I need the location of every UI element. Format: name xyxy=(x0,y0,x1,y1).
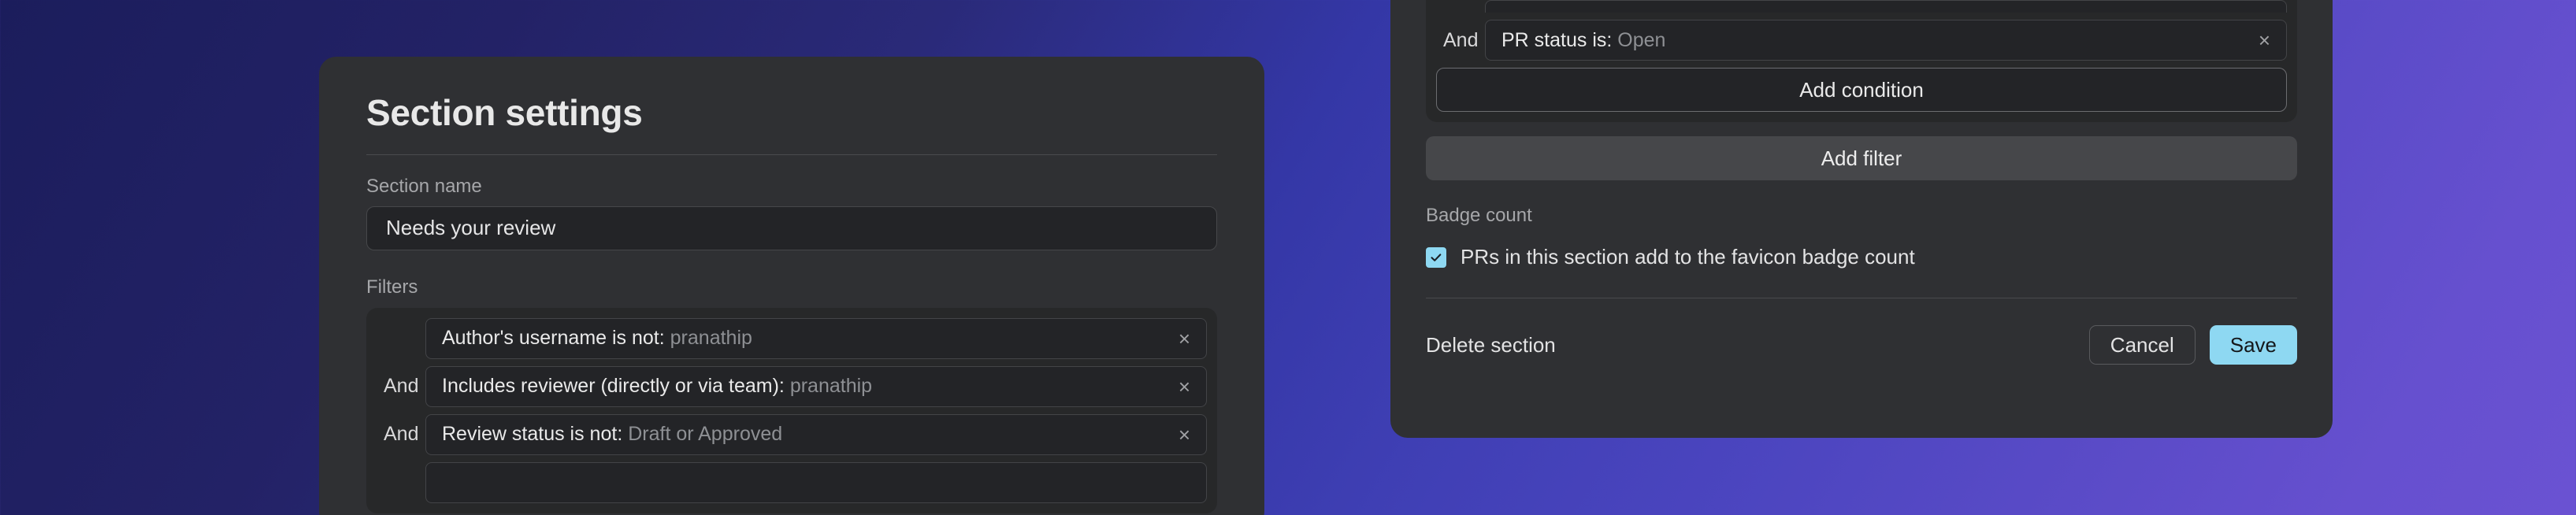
condition-text: Review status is not: Draft or Approved xyxy=(442,423,782,446)
save-button[interactable]: Save xyxy=(2209,325,2297,365)
dialog-footer: Delete section Cancel Save xyxy=(1426,325,2297,365)
section-settings-dialog-right: And PR status is: Open × Add condition A… xyxy=(1390,0,2333,438)
add-filter-button[interactable]: Add filter xyxy=(1426,136,2297,180)
badge-count-label: Badge count xyxy=(1426,205,1532,226)
condition-row-partial xyxy=(377,461,1207,503)
badge-count-row: PRs in this section add to the favicon b… xyxy=(1426,245,2297,269)
section-name-label: Section name xyxy=(366,175,482,197)
condition-value: Open xyxy=(1617,28,1666,51)
condition-text: Author's username is not: pranathip xyxy=(442,327,752,350)
condition-value: pranathip xyxy=(670,327,752,350)
and-label: And xyxy=(1443,28,1479,51)
condition-row: And Includes reviewer (directly or via t… xyxy=(377,365,1207,407)
condition-author-username[interactable]: Author's username is not: pranathip × xyxy=(425,317,1207,359)
condition-value: Draft or Approved xyxy=(628,423,783,446)
section-name-value: Needs your review xyxy=(386,216,556,240)
check-icon xyxy=(1431,253,1442,261)
condition-text: PR status is: Open xyxy=(1501,29,1665,52)
condition-label: Review status is not: xyxy=(442,423,623,446)
section-name-input[interactable]: Needs your review xyxy=(366,206,1217,250)
and-label: And xyxy=(384,423,419,446)
condition-label: Author's username is not: xyxy=(442,327,665,350)
condition-row: Author's username is not: pranathip × xyxy=(377,317,1207,359)
close-icon[interactable]: × xyxy=(1167,328,1190,349)
filters-label: Filters xyxy=(366,276,418,298)
condition-row: And PR status is: Open × xyxy=(1436,20,2287,61)
and-label: And xyxy=(384,375,419,398)
close-icon[interactable]: × xyxy=(2248,30,2270,50)
condition-row: And Review status is not: Draft or Appro… xyxy=(377,413,1207,455)
add-condition-button[interactable]: Add condition xyxy=(1436,68,2287,112)
condition-label: Includes reviewer (directly or via team)… xyxy=(442,375,785,398)
condition-text: Includes reviewer (directly or via team)… xyxy=(442,375,872,398)
badge-count-checkbox-label: PRs in this section add to the favicon b… xyxy=(1461,245,1915,269)
delete-section-button[interactable]: Delete section xyxy=(1426,333,1556,358)
condition-includes-reviewer[interactable]: Includes reviewer (directly or via team)… xyxy=(425,365,1207,407)
badge-count-checkbox[interactable] xyxy=(1426,246,1446,268)
condition-value: pranathip xyxy=(789,375,873,398)
section-settings-dialog: Section settings Section name Needs your… xyxy=(319,57,1264,515)
page-title: Section settings xyxy=(366,92,643,133)
filter-group: Author's username is not: pranathip × An… xyxy=(366,307,1217,513)
condition-review-status[interactable]: Review status is not: Draft or Approved … xyxy=(425,413,1207,455)
condition-partial[interactable] xyxy=(425,461,1207,503)
close-icon[interactable]: × xyxy=(1167,376,1190,397)
close-icon[interactable]: × xyxy=(1167,424,1190,445)
condition-pr-status[interactable]: PR status is: Open × xyxy=(1485,20,2287,61)
cancel-button[interactable]: Cancel xyxy=(2088,325,2196,365)
condition-label: PR status is: xyxy=(1501,28,1613,51)
title-divider xyxy=(366,154,1217,155)
filter-group-right: And PR status is: Open × Add condition xyxy=(1426,0,2297,122)
right-dialog-body: And PR status is: Open × Add condition A… xyxy=(1426,0,2297,365)
footer-actions: Cancel Save xyxy=(2088,325,2297,365)
condition-row-partial-top[interactable] xyxy=(1485,0,2287,13)
